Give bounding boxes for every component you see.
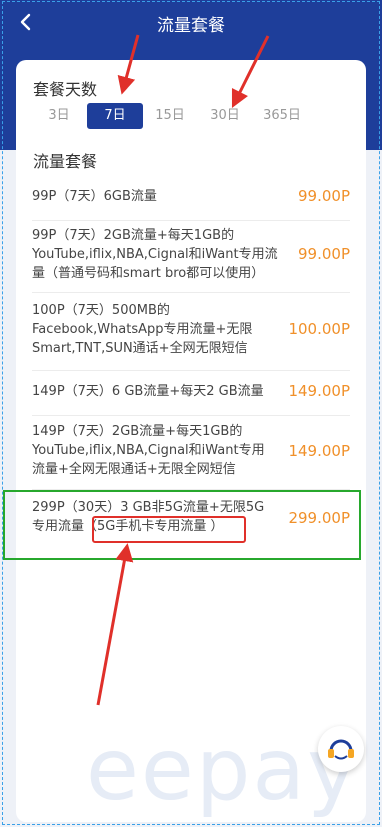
arrow-to-7-days	[117, 34, 140, 95]
arrow-to-5g-note	[96, 543, 134, 706]
annotation-arrows	[96, 34, 270, 706]
arrow-to-30-days	[231, 35, 270, 109]
